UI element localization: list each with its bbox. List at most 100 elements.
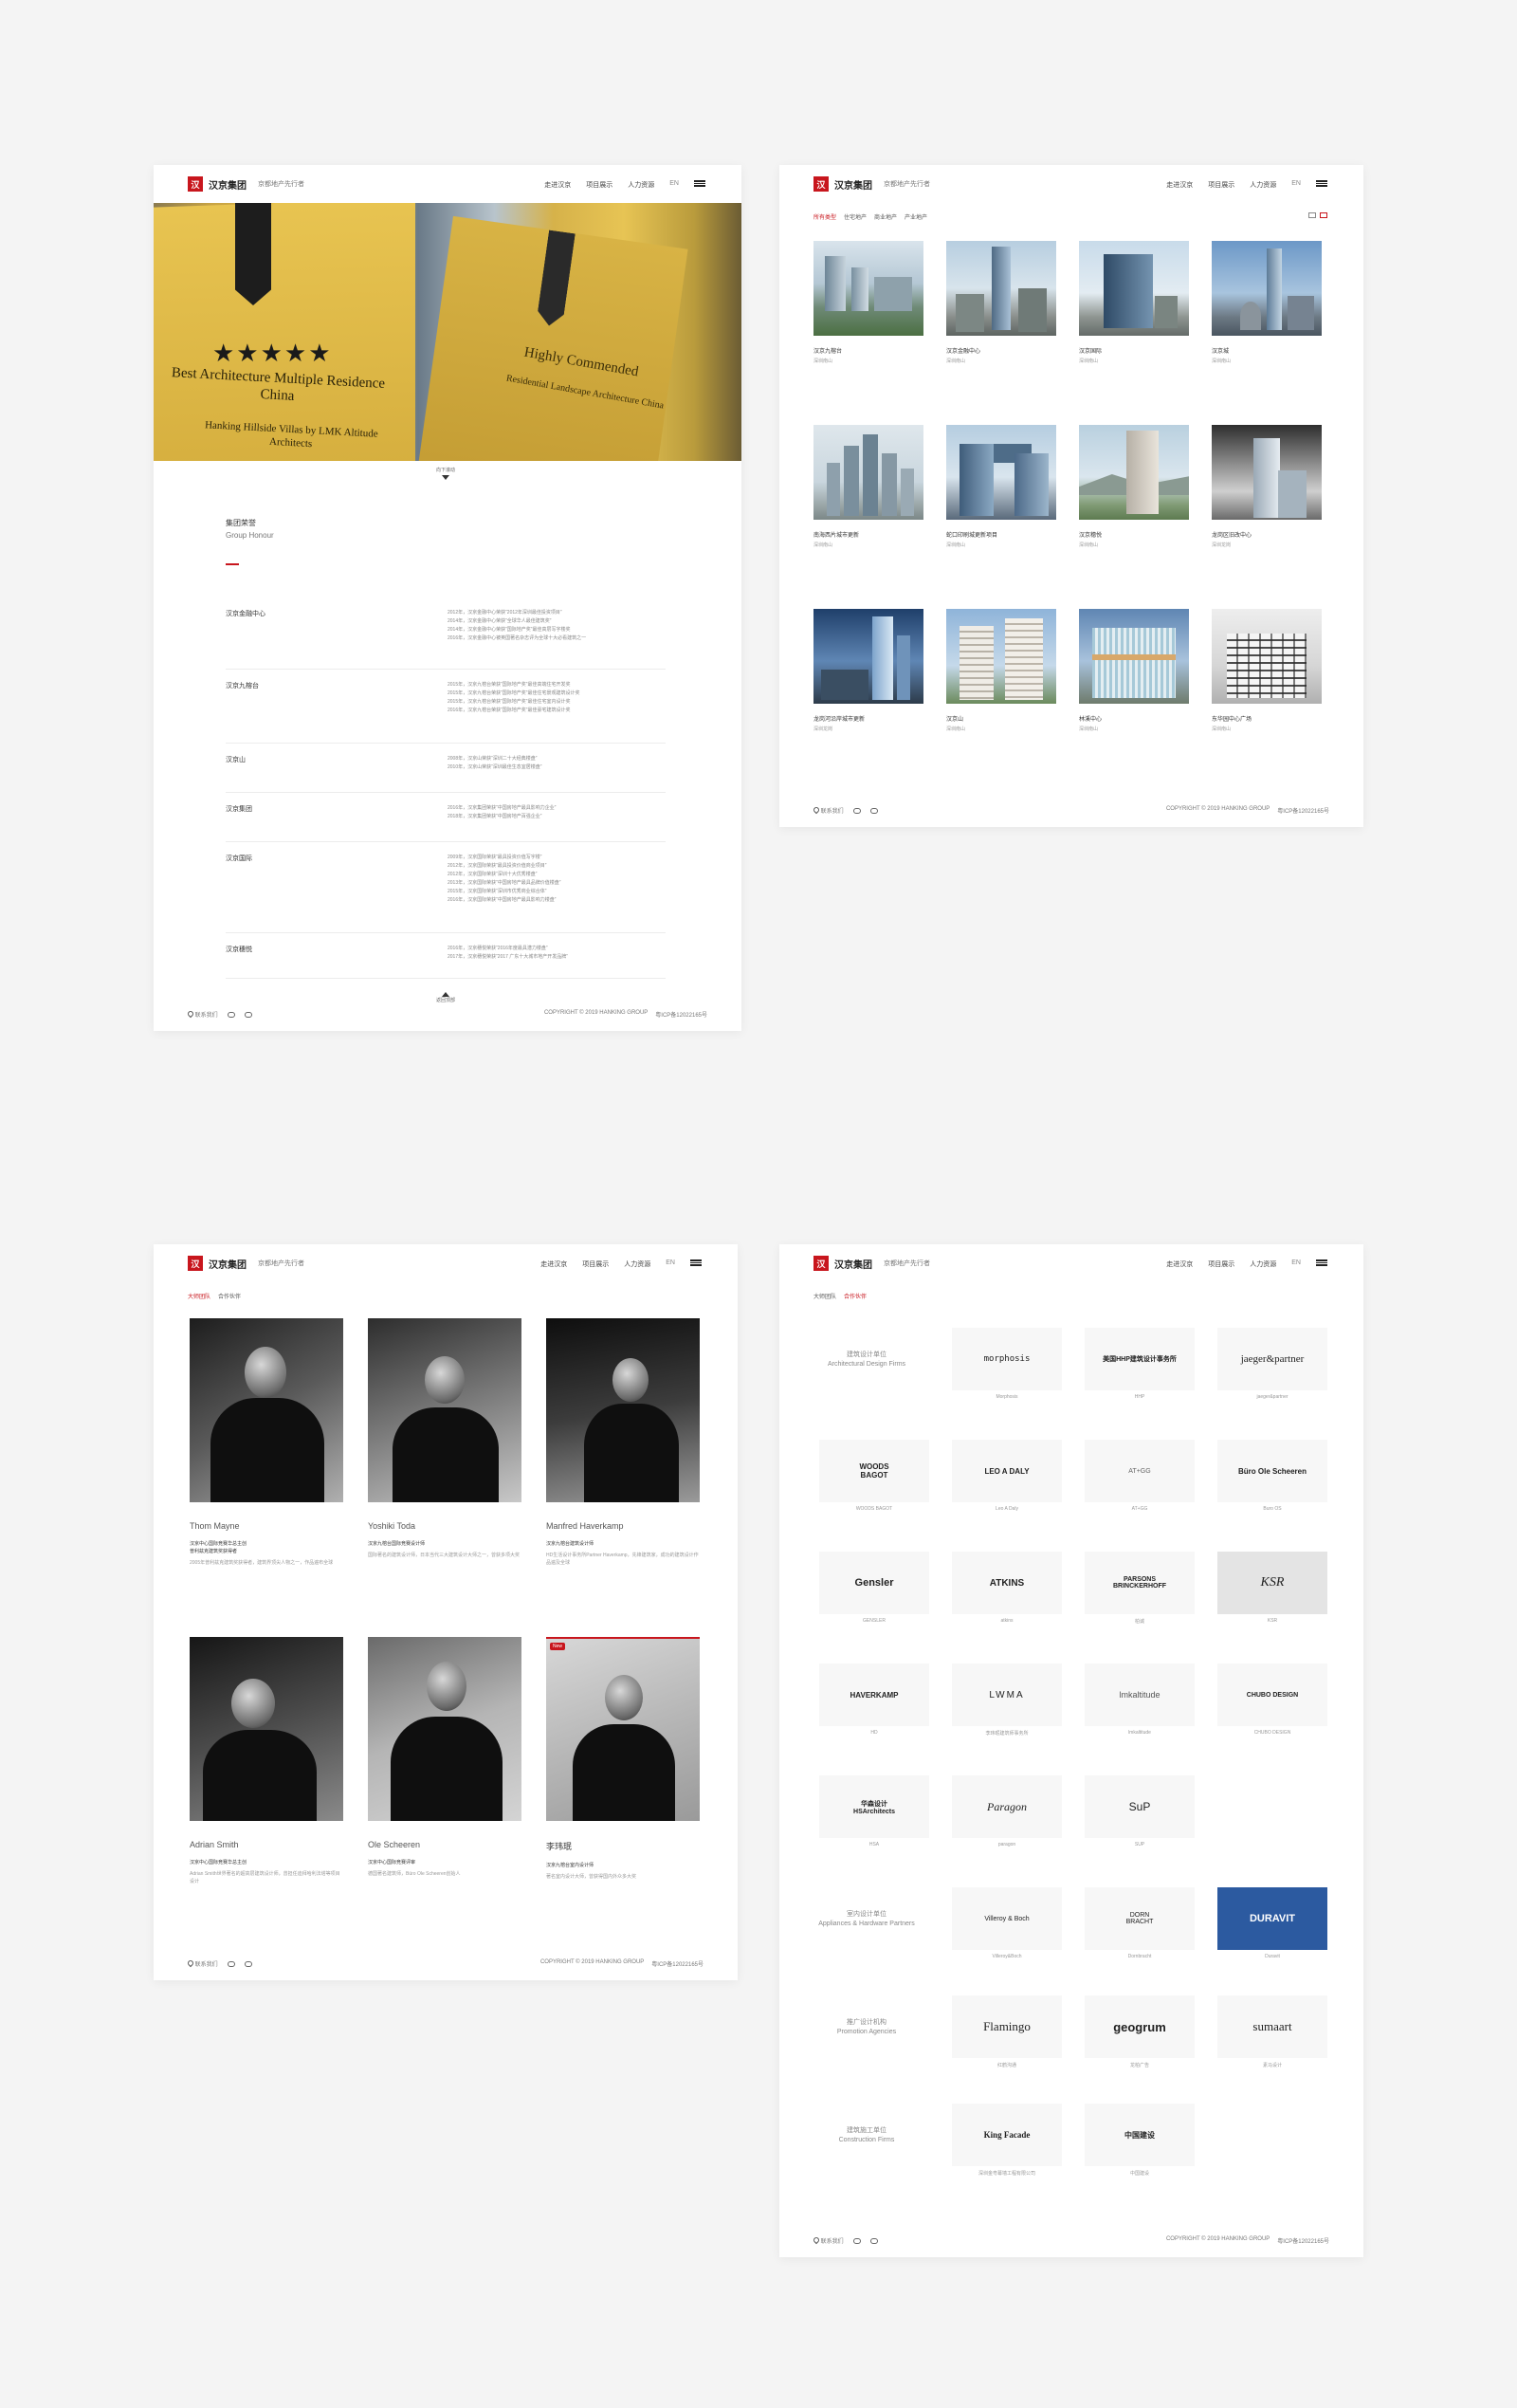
logo[interactable]: 汉 汉京集团 京都地产先行者: [813, 1256, 930, 1271]
team-member[interactable]: Manfred Haverkamp 汉京九榕台建筑设计师 HD生活设计事务所Pa…: [546, 1318, 700, 1567]
project-card[interactable]: 汉京穗悦 深圳南山: [1079, 425, 1189, 548]
partner-logo[interactable]: lmkaltitude lmkaltitude: [1085, 1664, 1195, 1736]
partner-logo[interactable]: sumaart 素马设计: [1217, 1995, 1327, 2068]
partner-logo[interactable]: 中国建设 中国建设: [1085, 2104, 1195, 2177]
back-to-top[interactable]: 返回顶部: [436, 990, 455, 1003]
partner-logo[interactable]: DURAVIT Duravit: [1217, 1887, 1327, 1959]
contact-link[interactable]: 联系我们: [812, 2235, 844, 2245]
partner-logo[interactable]: PARSONS BRINCKERHOFF 柏诚: [1085, 1552, 1195, 1625]
nav-item-about[interactable]: 走进汉京: [1166, 180, 1193, 190]
project-card[interactable]: 龙岗区旧改中心 深圳龙岗: [1212, 425, 1322, 548]
partner-logo[interactable]: King Facade 深圳金粤幕墙工程有限公司: [952, 2104, 1062, 2177]
project-card[interactable]: 蛇口印刷城更新项目 深圳南山: [946, 425, 1056, 548]
partner-logo[interactable]: LWMA 李玮珉建筑师事务所: [952, 1664, 1062, 1737]
nav-item-hr[interactable]: 人力资源: [628, 180, 654, 190]
weibo-icon[interactable]: [852, 807, 861, 814]
wechat-icon[interactable]: [869, 2237, 878, 2244]
tab-partners[interactable]: 合作伙伴: [844, 1292, 867, 1300]
nav-item-about[interactable]: 走进汉京: [544, 180, 571, 190]
partner-logo[interactable]: morphosis Morphosis: [952, 1328, 1062, 1400]
partner-logo[interactable]: LEO A DALY Leo A Daly: [952, 1440, 1062, 1512]
scroll-down[interactable]: 向下滚动: [436, 467, 455, 480]
weibo-icon[interactable]: [227, 1960, 235, 1967]
menu-icon[interactable]: [690, 1259, 702, 1266]
nav-item-projects[interactable]: 项目展示: [586, 180, 612, 190]
partner-logo[interactable]: WOODS BAGOT WOODS BAGOT: [819, 1440, 929, 1512]
nav-item-hr[interactable]: 人力资源: [1250, 1259, 1276, 1269]
icp-number[interactable]: 粤ICP备12022165号: [1277, 2236, 1329, 2245]
tab-masters[interactable]: 大师团队: [813, 1292, 836, 1300]
weibo-icon[interactable]: [852, 2237, 861, 2244]
logo[interactable]: 汉 汉京集团 京都地产先行者: [188, 1256, 304, 1271]
contact-link[interactable]: 联系我们: [812, 805, 844, 815]
project-card[interactable]: 龙岗河沿岸城市更新 深圳龙岗: [813, 609, 923, 732]
team-member[interactable]: Adrian Smith 汉京中心国际竞赛华总主创 Adrian Smith世界…: [190, 1637, 343, 1885]
wechat-icon[interactable]: [244, 1960, 252, 1967]
tab-partners[interactable]: 合作伙伴: [218, 1292, 241, 1300]
icp-number[interactable]: 粤ICP备12022165号: [651, 1959, 704, 1968]
nav-item-hr[interactable]: 人力资源: [624, 1259, 650, 1269]
project-card[interactable]: 汉京国际 深圳南山: [1079, 241, 1189, 364]
filter-all[interactable]: 所有类型: [813, 212, 836, 221]
nav-item-about[interactable]: 走进汉京: [1166, 1259, 1193, 1269]
menu-icon[interactable]: [694, 180, 705, 187]
logo[interactable]: 汉 汉京集团 京都地产先行者: [813, 176, 930, 192]
lang-switch[interactable]: EN: [666, 1259, 675, 1269]
partner-logo[interactable]: DORN BRACHT Dornbracht: [1085, 1887, 1195, 1959]
logo[interactable]: 汉 汉京集团 京都地产先行者: [188, 176, 304, 192]
weibo-icon[interactable]: [227, 1011, 235, 1018]
lang-switch[interactable]: EN: [1291, 1259, 1301, 1269]
project-card[interactable]: 汉京山 深圳南山: [946, 609, 1056, 732]
partner-logo[interactable]: Flamingo 红鹤沟通: [952, 1995, 1062, 2068]
team-member[interactable]: Thom Mayne 汉京中心国际竞赛华总主创 普利兹克建筑奖获得者 2005年…: [190, 1318, 343, 1567]
partner-logo[interactable]: CHUBO DESIGN CHUBO DESIGN: [1217, 1664, 1327, 1736]
honour-item: 2016年，汉京金融中心被英国著名杂志评为全球十大必看建筑之一: [448, 635, 587, 641]
team-member[interactable]: Yoshiki Toda 汉京九榕台国际竞赛设计师 国际著名的建筑设计师，日本当…: [368, 1318, 521, 1559]
nav-item-about[interactable]: 走进汉京: [540, 1259, 567, 1269]
project-card[interactable]: 东华园中心广场 深圳南山: [1212, 609, 1322, 732]
project-card[interactable]: 南海西片城市更新 深圳南山: [813, 425, 923, 548]
project-card[interactable]: 汉京九榕台 深圳南山: [813, 241, 923, 364]
project-card[interactable]: 汉京城 深圳南山: [1212, 241, 1322, 364]
partner-logo[interactable]: Paragon paragon: [952, 1775, 1062, 1847]
partner-logo[interactable]: SuP SUP: [1085, 1775, 1195, 1847]
partner-logo[interactable]: ATKINS atkins: [952, 1552, 1062, 1624]
team-member[interactable]: Ole Scheeren 汉京中心国际竞赛评审 德国著名建筑师，Büro Ole…: [368, 1637, 521, 1878]
project-image: [813, 609, 923, 704]
project-card[interactable]: 林溪中心 深圳南山: [1079, 609, 1189, 732]
partner-logo[interactable]: 华森设计 HSArchitects HSA: [819, 1775, 929, 1847]
partner-logo[interactable]: 美国HHP建筑设计事务所 HHP: [1085, 1328, 1195, 1400]
project-card[interactable]: 汉京金融中心 深圳南山: [946, 241, 1056, 364]
nav-item-projects[interactable]: 项目展示: [1208, 180, 1234, 190]
partner-logo[interactable]: geogrum 龙柏广告: [1085, 1995, 1195, 2068]
nav-item-hr[interactable]: 人力资源: [1250, 180, 1276, 190]
list-view-icon[interactable]: [1320, 212, 1327, 218]
partner-logo[interactable]: HAVERKAMP HD: [819, 1664, 929, 1736]
honour-item: 2015年，汉京九榕台荣获“国际地产奖”最佳住宅景观建筑设计奖: [448, 690, 580, 696]
nav-item-projects[interactable]: 项目展示: [1208, 1259, 1234, 1269]
wechat-icon[interactable]: [869, 807, 878, 814]
tab-masters[interactable]: 大师团队: [188, 1292, 210, 1300]
filter-commercial[interactable]: 商业地产: [874, 212, 897, 221]
nav-item-projects[interactable]: 项目展示: [582, 1259, 609, 1269]
menu-icon[interactable]: [1316, 180, 1327, 187]
lang-switch[interactable]: EN: [1291, 180, 1301, 190]
filter-residential[interactable]: 住宅地产: [844, 212, 867, 221]
wechat-icon[interactable]: [244, 1011, 252, 1018]
honour-row: 汉京穗悦 2016年，汉京穗悦荣获“2016年度最具潜力楼盘” 2017年，汉京…: [226, 945, 666, 979]
partner-logo[interactable]: Villeroy & Boch Villeroy&Boch: [952, 1887, 1062, 1959]
icp-number[interactable]: 粤ICP备12022165号: [1277, 806, 1329, 815]
team-member[interactable]: New 李玮珉 汉京九榕台室内设计师 著名室内设计大师，曾获得国内外众多大奖: [546, 1637, 700, 1881]
contact-link[interactable]: 联系我们: [186, 1958, 218, 1968]
partner-logo[interactable]: Gensler GENSLER: [819, 1552, 929, 1624]
partner-logo[interactable]: jaeger&partner jaeger&partner: [1217, 1328, 1327, 1400]
partner-logo[interactable]: AT+GG AT+GG: [1085, 1440, 1195, 1512]
contact-link[interactable]: 联系我们: [186, 1009, 218, 1019]
grid-view-icon[interactable]: [1308, 212, 1316, 218]
icp-number[interactable]: 粤ICP备12022165号: [655, 1010, 707, 1019]
partner-logo[interactable]: Büro Ole Scheeren Buro OS: [1217, 1440, 1327, 1512]
partner-logo[interactable]: KSR KSR: [1217, 1552, 1327, 1624]
menu-icon[interactable]: [1316, 1259, 1327, 1266]
filter-industrial[interactable]: 产业地产: [905, 212, 927, 221]
lang-switch[interactable]: EN: [669, 180, 679, 190]
